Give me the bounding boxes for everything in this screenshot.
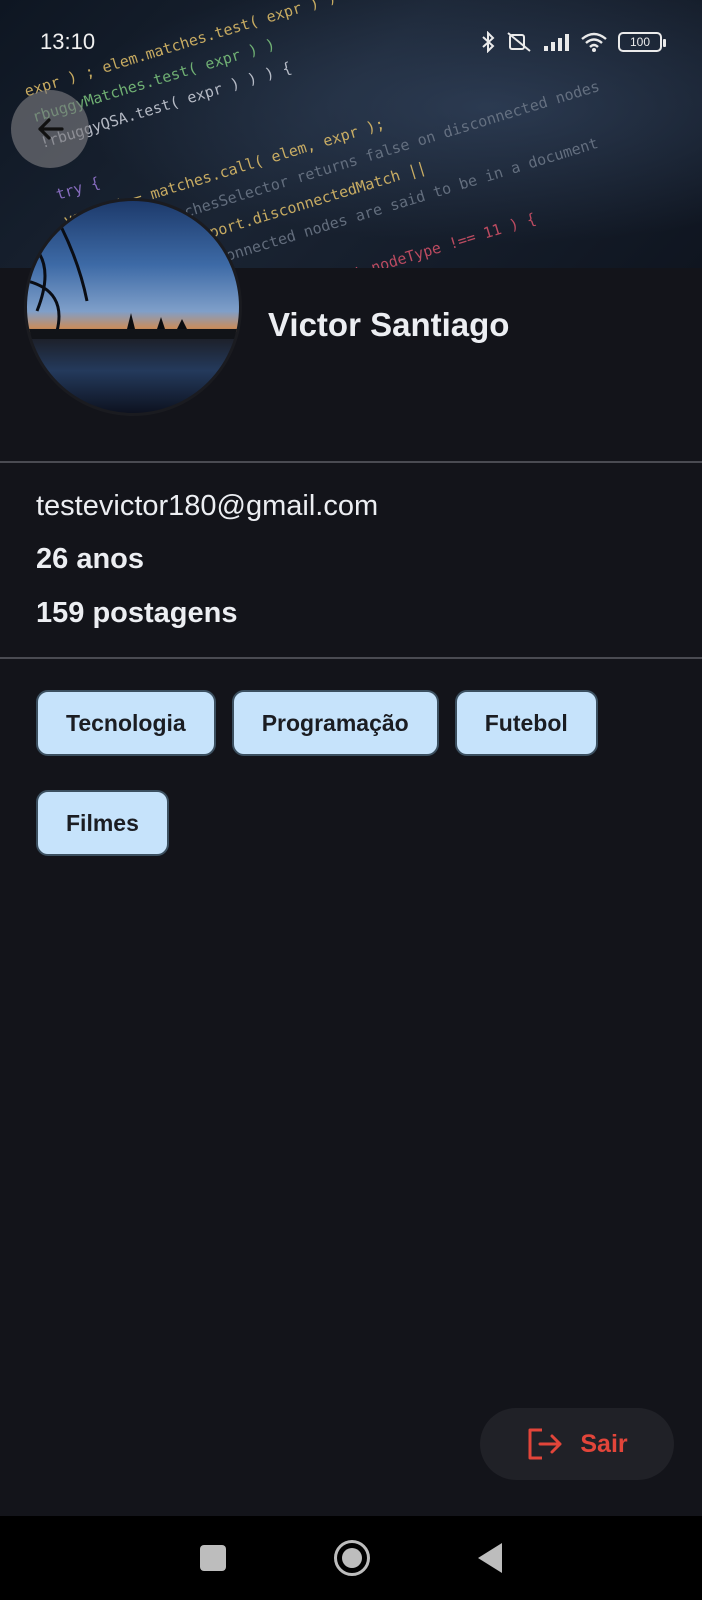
- profile-email: testevictor180@gmail.com: [36, 490, 379, 522]
- signal-icon: [544, 34, 569, 51]
- wifi-icon: [581, 32, 607, 52]
- logout-label: Sair: [580, 1429, 628, 1458]
- interest-chips: Tecnologia Programação Futebol Filmes: [36, 690, 676, 856]
- profile-posts: 159 postagens: [36, 597, 238, 629]
- avatar-photo: [27, 201, 239, 339]
- battery-icon: 100: [618, 32, 666, 52]
- profile-age: 26 anos: [36, 543, 144, 575]
- back-arrow-icon: [38, 118, 64, 140]
- battery-level: 100: [629, 35, 651, 49]
- chip-programacao[interactable]: Programação: [231, 690, 439, 756]
- system-nav-bar: [0, 1516, 702, 1600]
- bluetooth-icon: [482, 31, 495, 53]
- divider: [0, 461, 702, 463]
- chip-futebol[interactable]: Futebol: [454, 690, 598, 756]
- chip-tecnologia[interactable]: Tecnologia: [36, 690, 216, 756]
- status-icons: 100: [480, 31, 666, 53]
- back-button[interactable]: [11, 90, 89, 168]
- mute-icon: [507, 32, 531, 52]
- status-bar: 13:10 100: [0, 24, 702, 60]
- profile-name: Victor Santiago: [268, 306, 510, 343]
- recents-button[interactable]: [200, 1545, 226, 1571]
- system-back-button[interactable]: [478, 1543, 502, 1573]
- chip-filmes[interactable]: Filmes: [36, 790, 169, 856]
- logout-icon: [528, 1428, 562, 1460]
- status-time: 13:10: [40, 29, 96, 54]
- avatar: [24, 198, 242, 416]
- divider: [0, 657, 702, 659]
- logout-button[interactable]: Sair: [480, 1408, 674, 1480]
- home-button[interactable]: [334, 1540, 370, 1576]
